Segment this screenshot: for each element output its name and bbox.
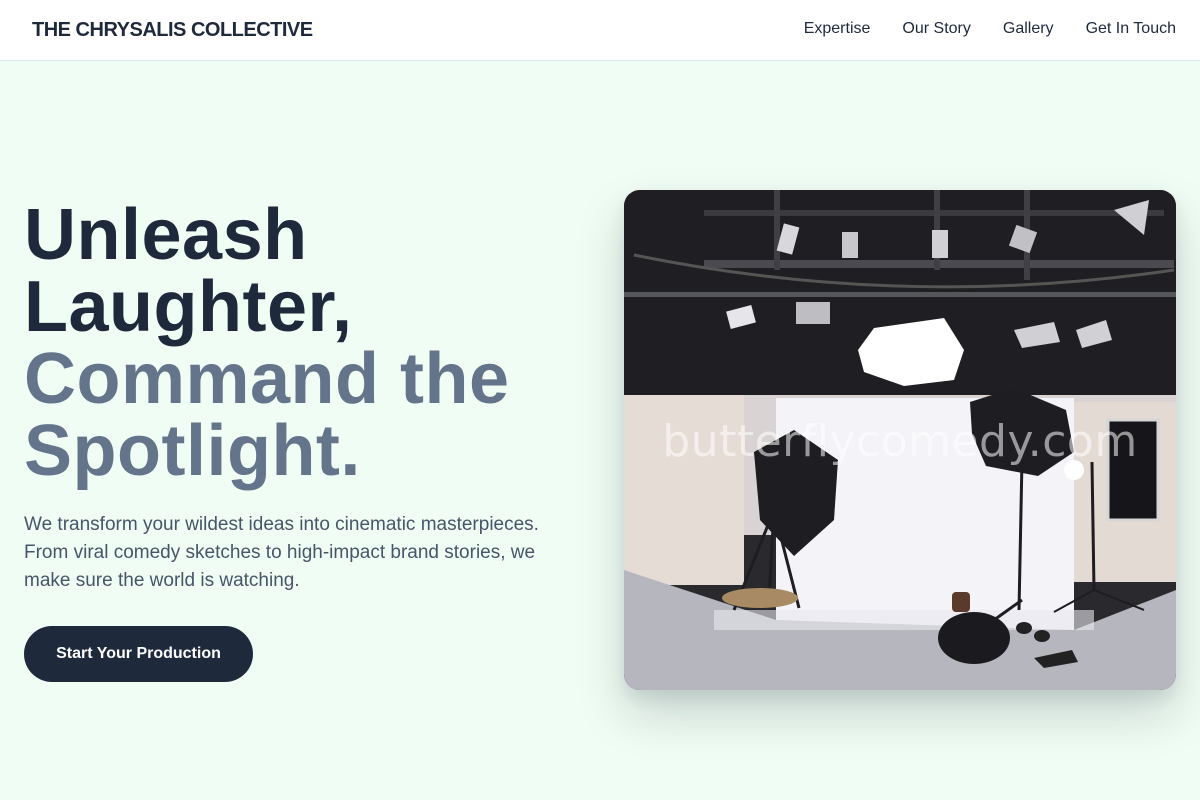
hero-title-line-2: Laughter, bbox=[24, 267, 353, 347]
nav-link-get-in-touch[interactable]: Get In Touch bbox=[1086, 19, 1176, 39]
hero-title: Unleash Laughter, Command the Spotlight. bbox=[24, 199, 510, 487]
hero-description: We transform your wildest ideas into cin… bbox=[24, 514, 539, 591]
hero-title-line-4: Spotlight. bbox=[24, 411, 361, 491]
hero-title-line-1: Unleash bbox=[24, 195, 308, 275]
brand-logo[interactable]: THE CHRYSALIS COLLECTIVE bbox=[32, 19, 313, 42]
nav-link-gallery[interactable]: Gallery bbox=[1003, 19, 1054, 39]
hero-title-line-3: Command the bbox=[24, 339, 510, 419]
site-header: THE CHRYSALIS COLLECTIVE Expertise Our S… bbox=[0, 0, 1200, 61]
start-production-button[interactable]: Start Your Production bbox=[24, 626, 253, 682]
image-watermark: butterflycomedy.com bbox=[662, 416, 1138, 467]
main-nav: Expertise Our Story Gallery Get In Touch bbox=[804, 19, 1176, 39]
nav-link-expertise[interactable]: Expertise bbox=[804, 19, 871, 39]
studio-photo: butterflycomedy.com bbox=[624, 190, 1176, 690]
nav-link-our-story[interactable]: Our Story bbox=[902, 19, 970, 39]
